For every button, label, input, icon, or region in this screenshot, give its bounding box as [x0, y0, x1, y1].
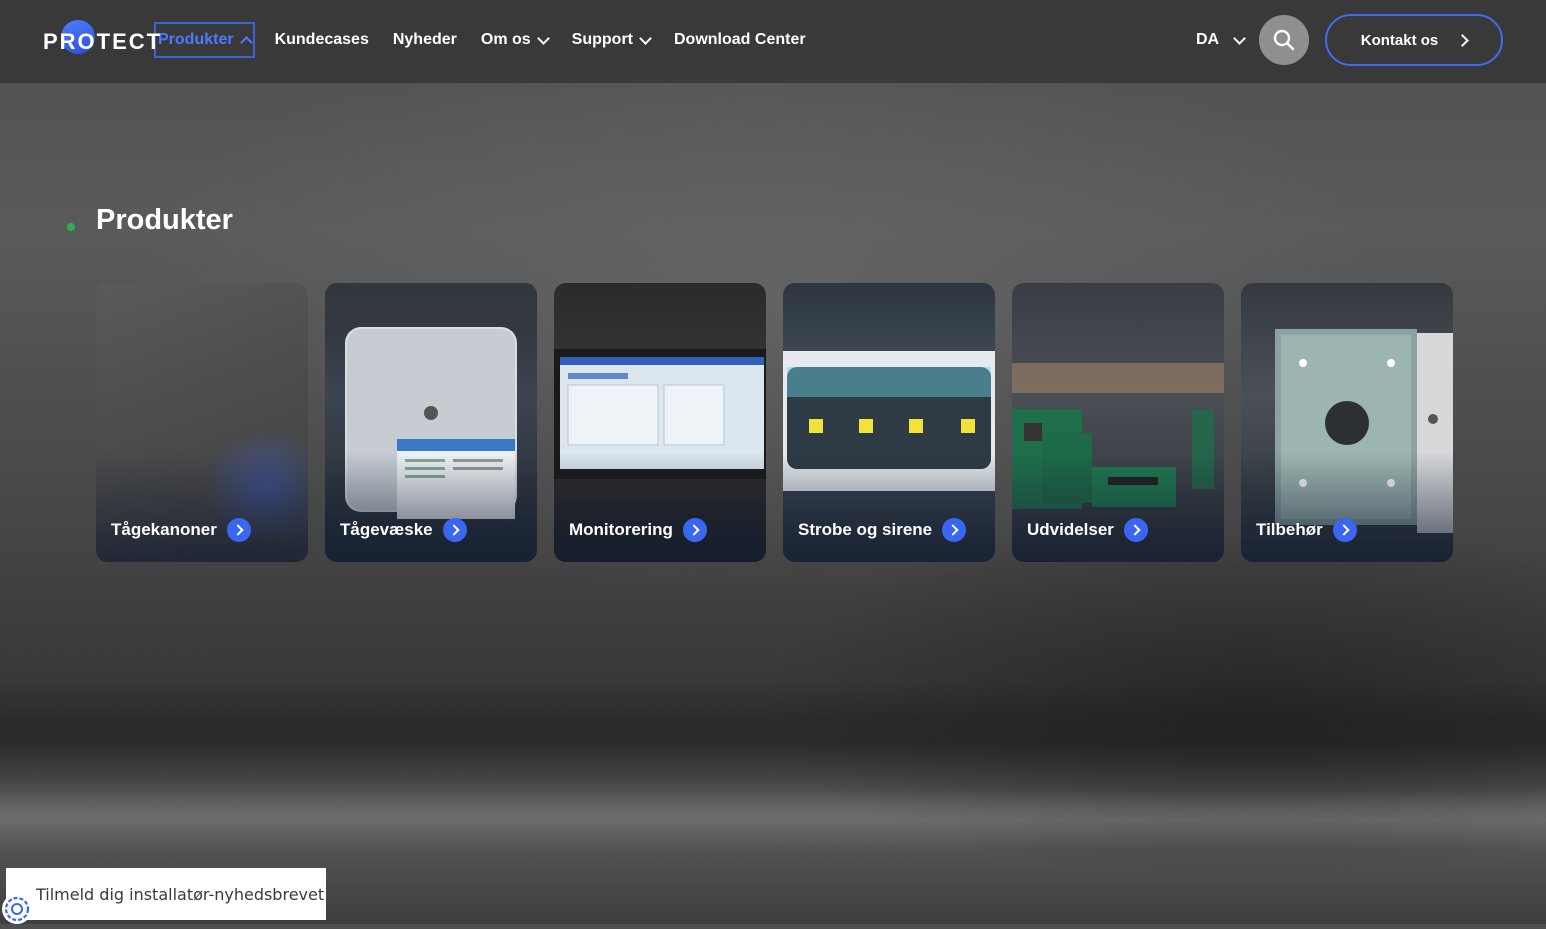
- nav-label: Support: [571, 31, 633, 48]
- card-label: Udvidelser: [1027, 518, 1148, 542]
- arrow-right-icon: [442, 518, 467, 542]
- nav-label: Produkter: [158, 31, 234, 48]
- arrow-right-icon: [682, 518, 707, 542]
- main-nav: Produkter Kundecases Nyheder Om os Suppo…: [154, 22, 830, 58]
- chevron-down-icon: [639, 31, 652, 45]
- newsletter-label: Tilmeld dig installatør-nyhedsbrevet: [36, 884, 325, 904]
- product-card-udvidelser[interactable]: Udvidelser: [1012, 283, 1224, 562]
- nav-label: Nyheder: [392, 31, 457, 48]
- card-overlay: [783, 452, 995, 562]
- arrow-right-icon: [226, 518, 251, 542]
- chevron-right-icon: [1456, 33, 1470, 47]
- card-overlay: [325, 452, 537, 562]
- contact-button[interactable]: Kontakt os: [1325, 14, 1503, 66]
- logo-text: PROTECT: [43, 29, 163, 54]
- product-card-tilbehor[interactable]: Tilbehør: [1241, 283, 1453, 562]
- page-title: Produkter: [96, 204, 233, 236]
- card-title: Udvidelser: [1027, 520, 1114, 539]
- section-dot: [67, 223, 75, 231]
- protect-logo[interactable]: PROTECT: [43, 20, 163, 62]
- card-overlay: [1012, 452, 1224, 562]
- product-card-tagekanoner[interactable]: Tågekanoner: [96, 283, 308, 562]
- language-selector[interactable]: DA: [1196, 24, 1246, 56]
- card-label: Tilbehør: [1256, 518, 1357, 542]
- card-label: Tågekanoner: [111, 518, 251, 542]
- nav-item-nyheder[interactable]: Nyheder: [393, 24, 457, 56]
- nav-label: Om os: [480, 31, 531, 48]
- newsletter-signup-banner[interactable]: Tilmeld dig installatør-nyhedsbrevet: [2, 868, 326, 924]
- card-title: Tågekanoner: [111, 520, 217, 539]
- language-label: DA: [1196, 31, 1220, 48]
- product-card-tagevaeske[interactable]: Tågevæske: [325, 283, 537, 562]
- card-title: Strobe og sirene: [798, 520, 933, 539]
- card-label: Strobe og sirene: [798, 518, 967, 542]
- nav-item-download-center[interactable]: Download Center: [674, 24, 806, 56]
- site-header: PROTECT Produkter Kundecases Nyheder Om …: [0, 0, 1546, 83]
- background-band-light: [0, 790, 1546, 850]
- nav-item-produkter[interactable]: Produkter: [154, 22, 255, 58]
- product-card-monitorering[interactable]: Monitorering: [554, 283, 766, 562]
- card-title: Tilbehør: [1256, 520, 1323, 539]
- product-card-strobe-og-sirene[interactable]: Strobe og sirene: [783, 283, 995, 562]
- chevron-down-icon: [536, 31, 550, 45]
- product-cards: Tågekanoner Tågevæske Monitorering Strob…: [96, 283, 1470, 562]
- card-overlay: [1241, 452, 1453, 562]
- contact-label: Kontakt os: [1360, 31, 1439, 49]
- chevron-down-icon: [1233, 31, 1246, 45]
- nav-label: Kundecases: [274, 31, 369, 48]
- card-label: Monitorering: [569, 518, 707, 542]
- card-overlay: [554, 452, 766, 562]
- search-button[interactable]: [1259, 15, 1309, 65]
- nav-label: Download Center: [674, 31, 806, 48]
- nav-item-support[interactable]: Support: [571, 24, 652, 56]
- background-band: [0, 680, 1546, 800]
- chevron-up-icon: [239, 35, 253, 49]
- newsletter-icon: [2, 894, 32, 924]
- arrow-right-icon: [1123, 518, 1148, 542]
- nav-item-kundecases[interactable]: Kundecases: [275, 24, 369, 56]
- card-title: Monitorering: [569, 520, 673, 539]
- card-overlay: [96, 452, 308, 562]
- arrow-right-icon: [942, 518, 967, 542]
- nav-item-om-os[interactable]: Om os: [480, 24, 550, 56]
- arrow-right-icon: [1332, 518, 1357, 542]
- card-label: Tågevæske: [340, 518, 467, 542]
- card-title: Tågevæske: [340, 520, 433, 539]
- search-icon: [1273, 29, 1295, 51]
